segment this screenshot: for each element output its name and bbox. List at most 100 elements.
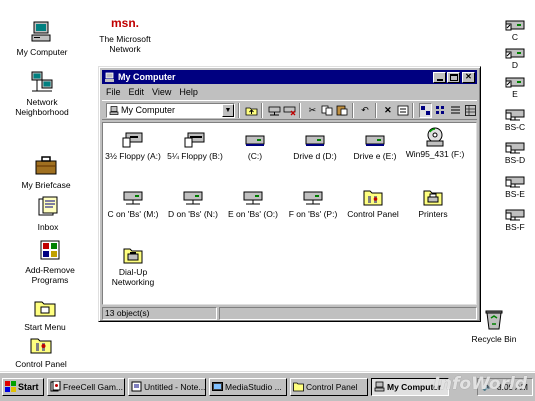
menu-edit[interactable]: Edit xyxy=(125,87,149,97)
details-button[interactable] xyxy=(464,103,477,118)
item-label: Control Panel xyxy=(347,209,399,219)
item-control-panel[interactable]: Control Panel xyxy=(343,187,403,219)
desktop-icon-network-neighborhood[interactable]: Network Neighborhood xyxy=(2,70,82,117)
item-network-m[interactable]: C on 'Bs' (M:) xyxy=(103,187,163,219)
item-floppy-a[interactable]: 3½ Floppy (A:) xyxy=(103,129,163,161)
map-drive-icon xyxy=(268,106,281,115)
disconnect-drive-button[interactable] xyxy=(283,103,296,118)
desktop-shortcut-bs-c[interactable]: BS-C xyxy=(500,108,530,132)
desktop-shortcut-e[interactable]: E xyxy=(500,75,530,99)
cut-button[interactable]: ✂ xyxy=(306,103,319,118)
folder-icon xyxy=(363,190,383,206)
desktop-icon-control-panel[interactable]: Control Panel xyxy=(1,332,81,369)
maximize-button[interactable] xyxy=(447,71,460,83)
my-computer-window: My Computer ✕ File Edit View Help My Com… xyxy=(98,66,481,322)
system-tray: 🔈 8:09 AM xyxy=(477,377,533,396)
minimize-button[interactable] xyxy=(433,71,446,83)
item-dial-up-networking[interactable]: Dial-Up Networking xyxy=(103,245,163,287)
mediastudio-icon xyxy=(212,382,223,391)
address-combo[interactable]: My Computer ▼ xyxy=(106,102,235,118)
task-label: Control Panel xyxy=(306,381,358,392)
task-notepad[interactable]: Untitled - Note... xyxy=(128,377,206,396)
computer-icon xyxy=(105,72,114,82)
item-drive-d[interactable]: Drive d (D:) xyxy=(285,129,345,161)
menu-view[interactable]: View xyxy=(148,87,175,97)
control-panel-folder-icon xyxy=(30,338,52,354)
item-drive-c[interactable]: (C:) xyxy=(225,129,285,161)
properties-icon xyxy=(397,105,409,115)
toolbar-separator xyxy=(299,102,301,118)
task-mediastudio[interactable]: MediaStudio ... xyxy=(209,377,287,396)
network-drive-shortcut-icon xyxy=(505,176,525,188)
undo-button[interactable]: ↶ xyxy=(359,103,372,118)
desktop-icon-my-briefcase[interactable]: My Briefcase xyxy=(6,153,86,190)
item-network-o[interactable]: E on 'Bs' (O:) xyxy=(223,187,283,219)
desktop-icon-add-remove-programs[interactable]: Add-Remove Programs xyxy=(10,238,90,285)
menu-help[interactable]: Help xyxy=(175,87,202,97)
desktop-shortcut-label: C xyxy=(511,32,519,42)
up-one-level-button[interactable] xyxy=(245,103,258,118)
desktop-shortcut-c[interactable]: C xyxy=(500,18,530,42)
toolbar: My Computer ▼ ✂ ↶ ✕ xyxy=(102,100,477,120)
close-button[interactable]: ✕ xyxy=(462,71,475,83)
network-drive-shortcut-icon xyxy=(505,142,525,154)
desktop-icon-my-computer[interactable]: My Computer xyxy=(2,20,82,57)
desktop-icon-label: Start Menu xyxy=(24,322,66,332)
desktop-icon-microsoft-network[interactable]: msn. The Microsoft Network xyxy=(85,14,165,54)
item-label: F on 'Bs' (P:) xyxy=(288,209,338,219)
task-freecell[interactable]: FreeCell Gam... xyxy=(47,377,125,396)
clock[interactable]: 8:09 AM xyxy=(497,382,528,392)
task-label: Untitled - Note... xyxy=(144,381,206,392)
desktop-shortcut-bs-d[interactable]: BS-D xyxy=(500,141,530,165)
large-icons-icon xyxy=(421,105,431,115)
window-titlebar[interactable]: My Computer ✕ xyxy=(102,70,477,84)
item-printers[interactable]: Printers xyxy=(403,187,463,219)
up-folder-icon xyxy=(245,107,258,115)
toolbar-separator xyxy=(351,102,354,118)
desktop-shortcut-bs-e[interactable]: BS-E xyxy=(500,175,530,199)
item-network-n[interactable]: D on 'Bs' (N:) xyxy=(163,187,223,219)
desktop-icon-label: My Briefcase xyxy=(21,180,71,190)
hard-drive-icon xyxy=(365,135,385,146)
task-my-computer[interactable]: My Computer xyxy=(371,377,449,396)
desktop-shortcut-label: BS-C xyxy=(504,122,526,132)
desktop-icon-label: Add-Remove Programs xyxy=(25,265,75,285)
toolbar-separator xyxy=(412,102,415,118)
map-drive-button[interactable] xyxy=(268,103,281,118)
small-icons-button[interactable] xyxy=(434,103,447,118)
desktop-icon-start-menu[interactable]: Start Menu xyxy=(5,295,85,332)
file-list: 3½ Floppy (A:) 5¼ Floppy (B:) (C:) Drive… xyxy=(102,122,477,305)
task-label: MediaStudio ... xyxy=(225,381,282,392)
notepad-icon xyxy=(131,381,142,392)
item-drive-e[interactable]: Drive e (E:) xyxy=(345,129,405,161)
list-button[interactable] xyxy=(449,103,462,118)
delete-button[interactable]: ✕ xyxy=(382,103,395,118)
task-control-panel[interactable]: Control Panel xyxy=(290,377,368,396)
briefcase-icon xyxy=(35,156,57,175)
desktop-shortcut-bs-f[interactable]: BS-F xyxy=(500,208,530,232)
large-icons-button[interactable] xyxy=(419,102,433,118)
copy-button[interactable] xyxy=(321,103,334,118)
properties-button[interactable] xyxy=(396,103,409,118)
paste-button[interactable] xyxy=(336,103,349,118)
start-button[interactable]: Start xyxy=(2,377,44,396)
item-network-p[interactable]: F on 'Bs' (P:) xyxy=(283,187,343,219)
desktop-icon-inbox[interactable]: Inbox xyxy=(8,195,88,232)
desktop-shortcut-d[interactable]: D xyxy=(500,46,530,70)
inbox-icon xyxy=(38,196,58,216)
menu-file[interactable]: File xyxy=(102,87,125,97)
desktop-shortcut-label: BS-D xyxy=(504,155,526,165)
hard-drive-icon xyxy=(305,135,325,146)
chevron-down-icon[interactable]: ▼ xyxy=(222,103,234,117)
desktop-shortcut-label: D xyxy=(511,60,519,70)
freecell-icon xyxy=(50,381,61,392)
disconnect-drive-icon xyxy=(283,106,296,115)
item-floppy-b[interactable]: 5¼ Floppy (B:) xyxy=(165,129,225,161)
undo-icon: ↶ xyxy=(361,104,369,115)
item-cdrom-f[interactable]: Win95_431 (F:) xyxy=(403,127,467,159)
item-label: (C:) xyxy=(247,151,263,161)
start-menu-folder-icon xyxy=(34,301,56,317)
desktop-icon-label: Inbox xyxy=(37,222,59,232)
speaker-icon[interactable]: 🔈 xyxy=(482,381,493,392)
cdrom-icon xyxy=(426,127,444,147)
